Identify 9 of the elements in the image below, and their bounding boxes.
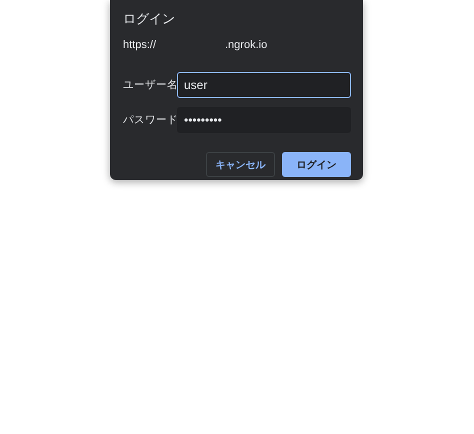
url-host: .ngrok.io <box>225 39 268 53</box>
login-button[interactable]: ログイン <box>282 152 351 177</box>
input-field[interactable]: user <box>177 72 351 98</box>
url-scheme: https:// <box>123 39 158 53</box>
dialog-title: ログイン <box>123 10 176 28</box>
field-label: ユーザー名 <box>123 78 177 92</box>
field-label: パスワード <box>123 113 177 127</box>
input-field[interactable]: ••••••••• <box>177 107 351 133</box>
cancel-button[interactable]: キャンセル <box>206 152 275 177</box>
